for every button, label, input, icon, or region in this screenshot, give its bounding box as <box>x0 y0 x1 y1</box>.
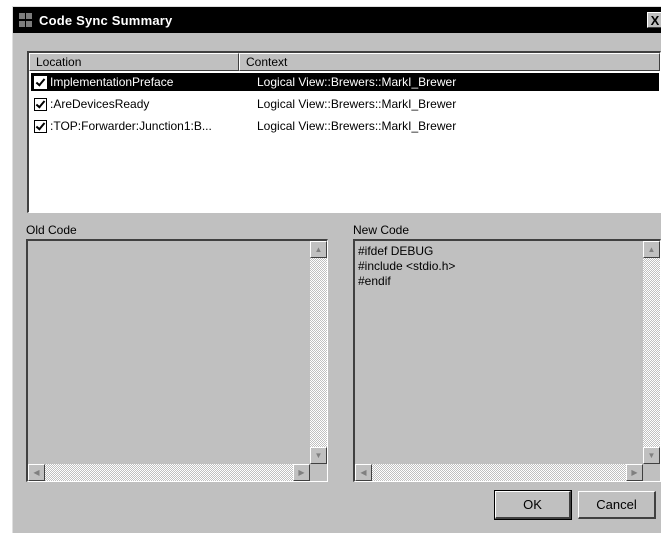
list-row[interactable]: ImplementationPreface Logical View::Brew… <box>31 73 659 91</box>
context-cell: Logical View::Brewers::MarkI_Brewer <box>257 119 457 133</box>
scroll-right-arrow-icon[interactable]: ▶ <box>293 464 310 481</box>
sync-list[interactable]: Location Context ImplementationPreface L… <box>27 51 661 213</box>
old-code-label: Old Code <box>26 223 77 237</box>
close-button[interactable]: X <box>647 12 661 28</box>
column-header-context[interactable]: Context <box>239 53 660 71</box>
row-checkbox[interactable] <box>34 119 47 133</box>
new-code-horizontal-scrollbar[interactable]: ◀ ▶ <box>355 464 643 481</box>
scroll-down-arrow-icon[interactable]: ▼ <box>310 447 327 464</box>
app-icon[interactable] <box>19 13 33 27</box>
scrollbar-corner <box>310 464 327 481</box>
scroll-down-arrow-icon[interactable]: ▼ <box>643 447 660 464</box>
location-cell: :TOP:Forwarder:Junction1:B... <box>50 119 212 133</box>
row-checkbox[interactable] <box>34 97 47 111</box>
window-title: Code Sync Summary <box>39 12 173 28</box>
location-cell: :AreDevicesReady <box>50 97 150 111</box>
column-header-location[interactable]: Location <box>29 53 239 71</box>
scrollbar-corner <box>643 464 660 481</box>
new-code-label: New Code <box>353 223 410 237</box>
code-sync-summary-dialog: Code Sync Summary X Location Context Imp… <box>12 6 661 533</box>
location-cell: ImplementationPreface <box>50 75 174 89</box>
new-code-text: #ifdef DEBUG #include <stdio.h> #endif <box>358 244 456 288</box>
new-code-vertical-scrollbar[interactable]: ▲ ▼ <box>643 241 660 464</box>
new-code-textarea[interactable]: #ifdef DEBUG #include <stdio.h> #endif ▲… <box>353 239 661 482</box>
cancel-button[interactable]: Cancel <box>578 491 656 519</box>
old-code-horizontal-scrollbar[interactable]: ◀ ▶ <box>28 464 310 481</box>
scroll-up-arrow-icon[interactable]: ▲ <box>310 241 327 258</box>
list-row[interactable]: :AreDevicesReady Logical View::Brewers::… <box>31 95 659 113</box>
ok-button[interactable]: OK <box>494 490 572 520</box>
old-code-vertical-scrollbar[interactable]: ▲ ▼ <box>310 241 327 464</box>
old-code-textarea[interactable]: ▲ ▼ ◀ ▶ <box>26 239 328 482</box>
scroll-left-arrow-icon[interactable]: ◀ <box>28 464 45 481</box>
context-cell: Logical View::Brewers::MarkI_Brewer <box>257 75 457 89</box>
list-row[interactable]: :TOP:Forwarder:Junction1:B... Logical Vi… <box>31 117 659 135</box>
scroll-right-arrow-icon[interactable]: ▶ <box>626 464 643 481</box>
scroll-left-arrow-icon[interactable]: ◀ <box>355 464 372 481</box>
context-cell: Logical View::Brewers::MarkI_Brewer <box>257 97 457 111</box>
list-header: Location Context <box>29 53 660 71</box>
scroll-up-arrow-icon[interactable]: ▲ <box>643 241 660 258</box>
row-checkbox[interactable] <box>34 75 47 89</box>
title-bar[interactable]: Code Sync Summary X <box>13 7 661 33</box>
